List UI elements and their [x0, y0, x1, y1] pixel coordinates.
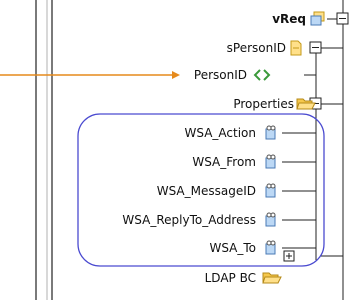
field-wsa-messageid[interactable]: WSA_MessageID [157, 183, 256, 199]
field-wsa-replyto-address[interactable]: WSA_ReplyTo_Address [122, 212, 256, 228]
node-spersonid-label[interactable]: sPersonID [227, 40, 286, 56]
node-ldap-bc-label[interactable]: LDAP BC [205, 270, 256, 286]
field-wsa-to[interactable]: WSA_To [209, 240, 256, 256]
folder-open-icon [296, 96, 316, 112]
key-field-icon [264, 212, 280, 228]
document-icon [288, 40, 304, 56]
key-field-icon [264, 183, 280, 199]
node-personid-label[interactable]: PersonID [194, 67, 247, 83]
root-node-label[interactable]: vReq [272, 11, 306, 27]
expand-toggle-ldap[interactable] [283, 250, 295, 262]
tree-lines [0, 0, 349, 300]
field-wsa-action[interactable]: WSA_Action [185, 125, 257, 141]
collapse-toggle-spersonid[interactable] [309, 41, 322, 54]
mapping-link[interactable] [0, 71, 180, 79]
key-field-icon [264, 240, 280, 256]
folder-icon [262, 270, 282, 286]
node-properties-label[interactable]: Properties [233, 96, 294, 112]
link-icon [252, 67, 272, 83]
key-field-icon [264, 154, 280, 170]
document-stack-icon [310, 11, 326, 27]
field-wsa-from[interactable]: WSA_From [192, 154, 256, 170]
mapper-canvas: vReq sPersonID PersonID Properties WSA_A… [0, 0, 364, 300]
key-field-icon [264, 125, 280, 141]
collapse-toggle-root[interactable] [336, 12, 349, 25]
